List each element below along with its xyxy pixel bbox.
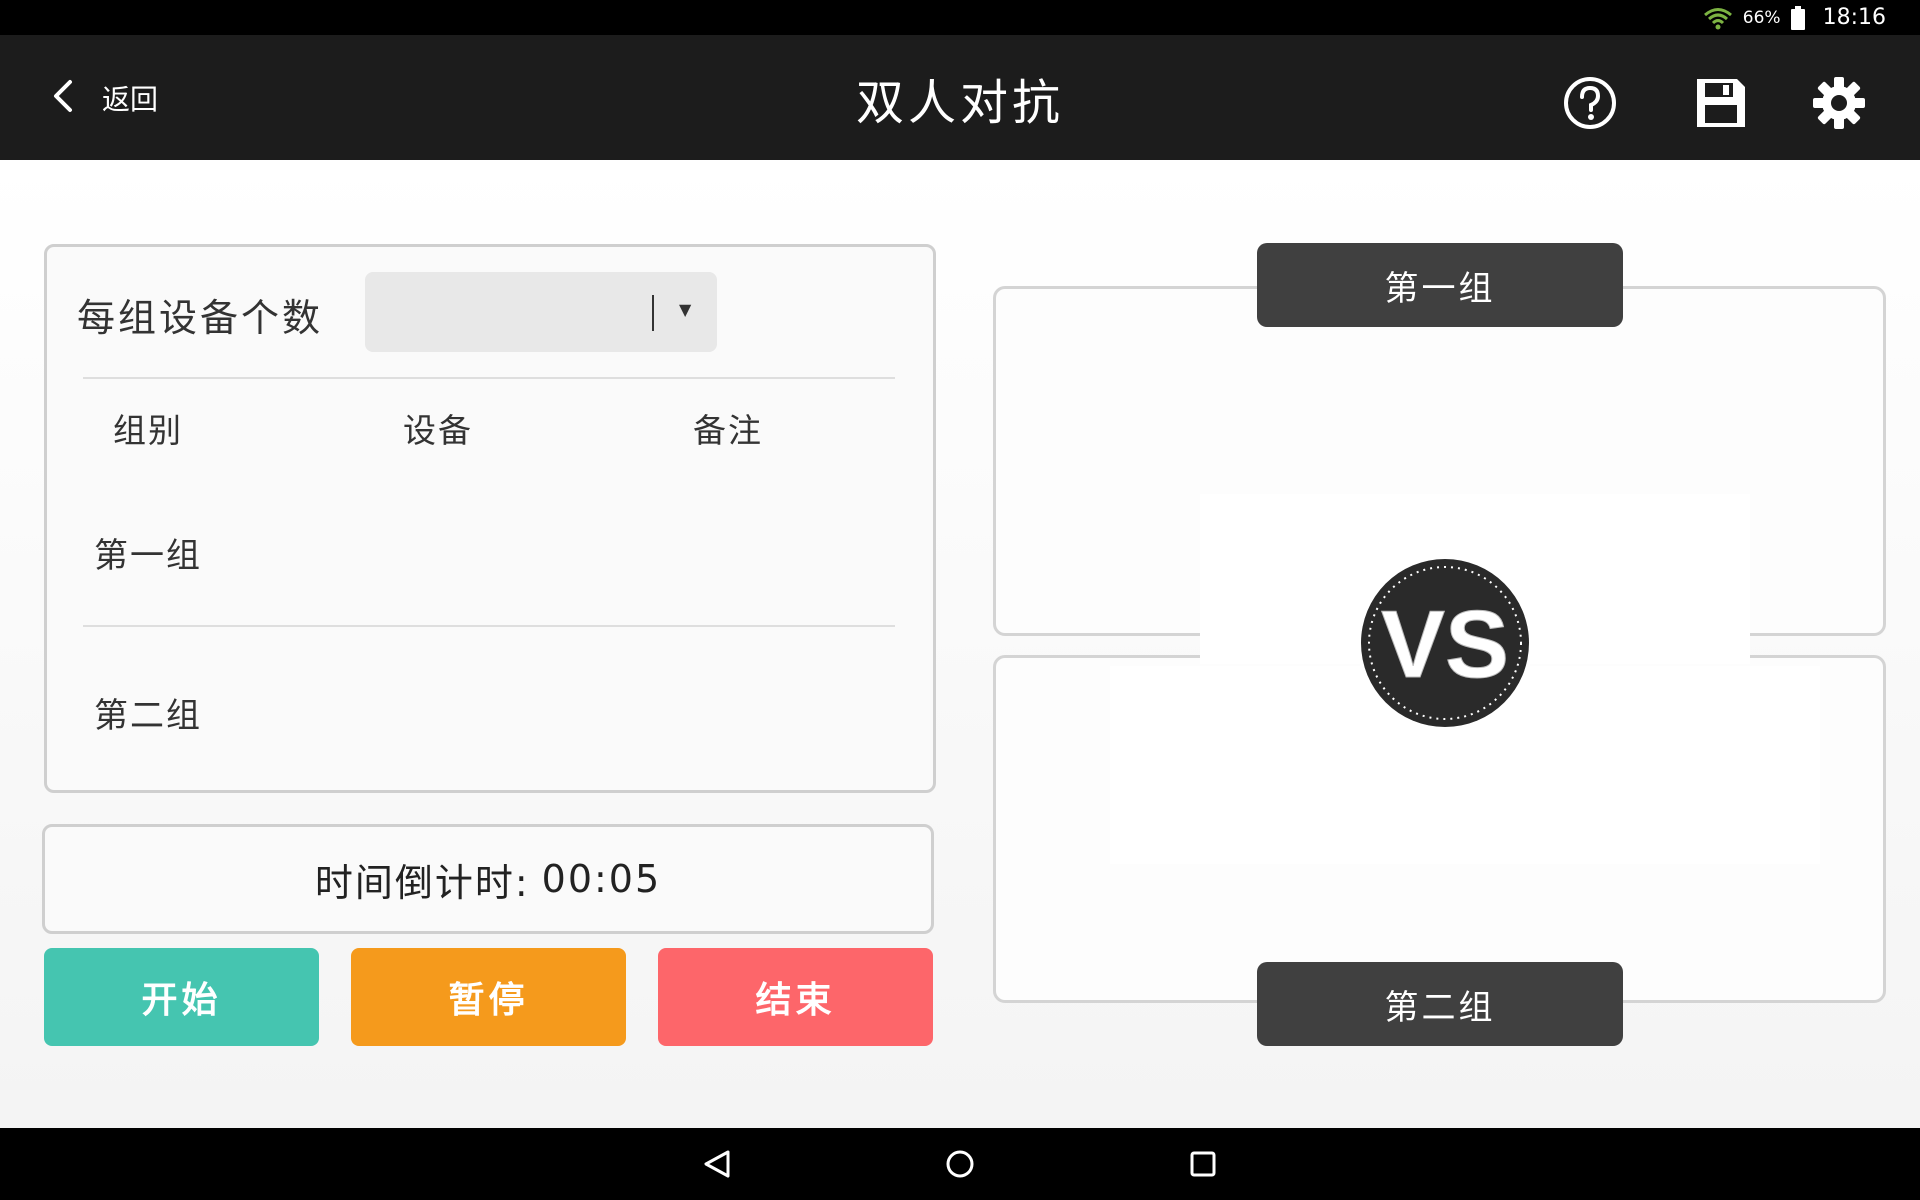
stop-button[interactable]: 结束: [658, 948, 933, 1046]
row-group-one: 第一组: [94, 536, 202, 576]
save-floppy-icon[interactable]: [1693, 75, 1749, 131]
divider: [83, 625, 895, 627]
gear-icon[interactable]: [1811, 75, 1867, 131]
vs-badge-text: VS: [1381, 591, 1509, 698]
help-circle-icon[interactable]: [1562, 75, 1618, 131]
nav-recents-icon[interactable]: [1183, 1144, 1223, 1184]
start-button[interactable]: 开始: [44, 948, 319, 1046]
select-divider: [652, 295, 654, 331]
timer-label: 时间倒计时:: [314, 860, 530, 905]
clock: 18:16: [1822, 5, 1886, 30]
group-one-tab: 第一组: [1257, 243, 1623, 327]
app-bar: 返回 双人对抗: [0, 35, 1920, 160]
nav-back-icon[interactable]: [698, 1144, 738, 1184]
nav-home-icon[interactable]: [940, 1144, 980, 1184]
row-group-two: 第二组: [94, 696, 202, 736]
dropdown-arrow-icon: ▼: [679, 300, 692, 319]
status-bar: 66% 18:16: [0, 0, 1920, 35]
devices-per-group-label: 每组设备个数: [77, 296, 324, 340]
main-content: 每组设备个数 ▼ 组别 设备 备注 第一组 第二组 时间倒计时: 00:05 开…: [0, 160, 1920, 1128]
column-header-note: 备注: [693, 411, 763, 450]
devices-per-group-select[interactable]: ▼: [365, 272, 717, 352]
vs-badge-icon: VS: [1355, 553, 1535, 733]
battery-percentage: 66%: [1742, 7, 1781, 28]
page-title: 双人对抗: [855, 75, 1064, 131]
pause-button[interactable]: 暂停: [351, 948, 626, 1046]
system-nav-bar: [0, 1128, 1920, 1200]
group-two-tab: 第二组: [1257, 962, 1623, 1046]
column-header-device: 设备: [403, 411, 473, 450]
battery-icon: [1790, 5, 1805, 30]
timer-value: 00:05: [541, 857, 662, 901]
column-header-group: 组别: [113, 411, 183, 450]
wifi-icon: [1703, 6, 1733, 30]
countdown-timer: 时间倒计时: 00:05: [42, 824, 934, 934]
divider: [83, 377, 895, 379]
group-config-card: 每组设备个数 ▼ 组别 设备 备注 第一组 第二组: [44, 244, 936, 793]
